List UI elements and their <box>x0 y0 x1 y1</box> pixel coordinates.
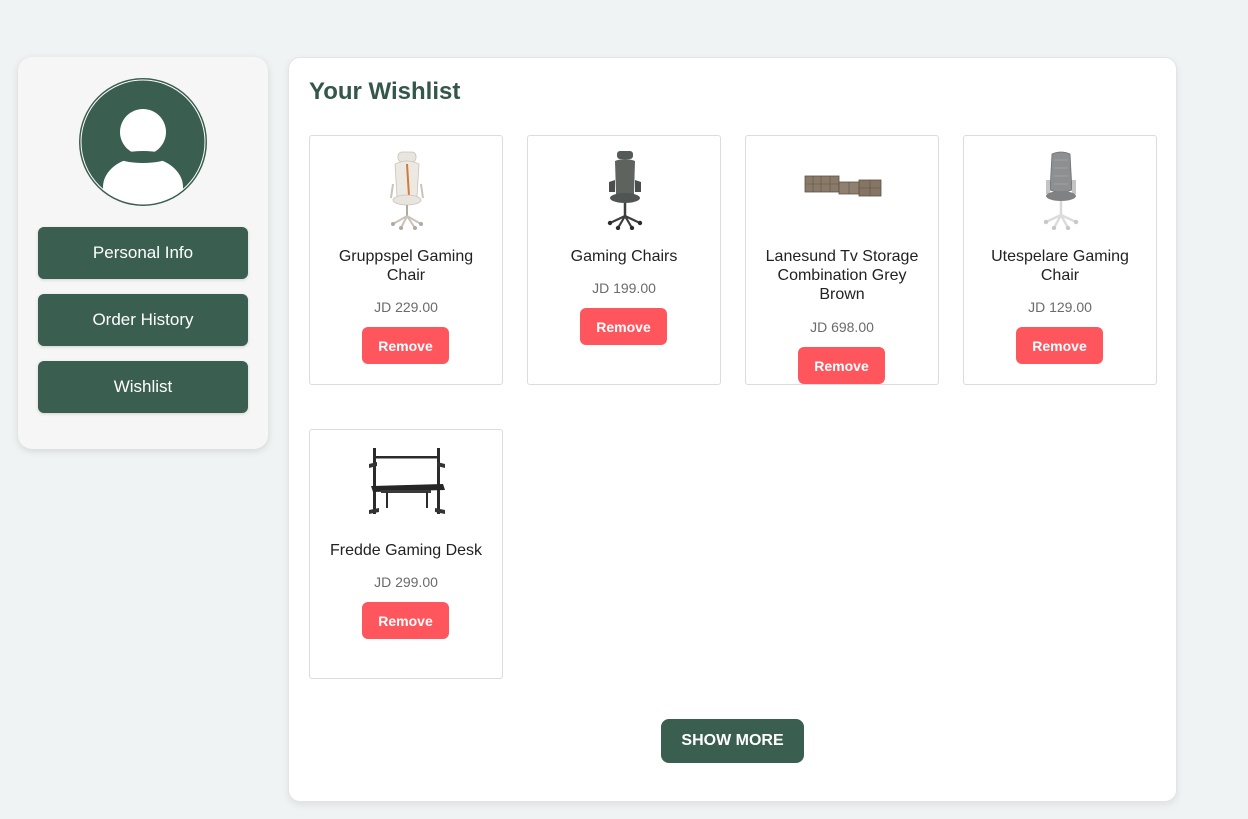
wishlist-button[interactable]: Wishlist <box>38 361 248 413</box>
wishlist-card: Fredde Gaming Desk JD 299.00 Remove <box>309 429 503 679</box>
wishlist-card: Utespelare Gaming Chair JD 129.00 Remove <box>963 135 1157 385</box>
product-name: Fredde Gaming Desk <box>329 542 483 559</box>
product-price: JD 129.00 <box>1028 299 1092 315</box>
remove-button[interactable]: Remove <box>362 327 449 364</box>
white-gaming-chair-icon <box>390 151 424 230</box>
user-avatar-icon <box>79 78 207 206</box>
remove-button[interactable]: Remove <box>580 308 667 345</box>
order-history-button[interactable]: Order History <box>38 294 248 346</box>
page-title: Your Wishlist <box>309 78 461 105</box>
product-name: Gaming Chairs <box>570 248 678 265</box>
profile-sidebar: Personal Info Order History Wishlist <box>18 57 268 449</box>
product-price: JD 229.00 <box>374 299 438 315</box>
product-name: Utespelare Gaming Chair <box>991 248 1129 284</box>
product-price: JD 299.00 <box>374 574 438 590</box>
show-more-button[interactable]: SHOW MORE <box>661 719 804 763</box>
personal-info-button[interactable]: Personal Info <box>38 227 248 279</box>
dark-gaming-chair-icon <box>607 151 643 230</box>
remove-button[interactable]: Remove <box>798 347 885 384</box>
wishlist-card: Lanesund Tv Storage Combination Grey Bro… <box>745 135 939 385</box>
wishlist-panel: Your Wishlist Gruppspel Gaming Chair JD … <box>288 57 1177 802</box>
remove-button[interactable]: Remove <box>1016 327 1103 364</box>
product-price: JD 698.00 <box>810 319 874 335</box>
remove-button[interactable]: Remove <box>362 602 449 639</box>
tv-storage-unit-icon <box>804 175 882 197</box>
product-name: Gruppspel Gaming Chair <box>338 248 474 284</box>
product-price: JD 199.00 <box>592 280 656 296</box>
wishlist-card: Gruppspel Gaming Chair JD 229.00 Remove <box>309 135 503 385</box>
wishlist-card: Gaming Chairs JD 199.00 Remove <box>527 135 721 385</box>
gaming-desk-icon <box>369 448 445 514</box>
grey-gaming-chair-icon <box>1043 151 1079 230</box>
product-name: Lanesund Tv Storage Combination Grey Bro… <box>765 248 919 303</box>
